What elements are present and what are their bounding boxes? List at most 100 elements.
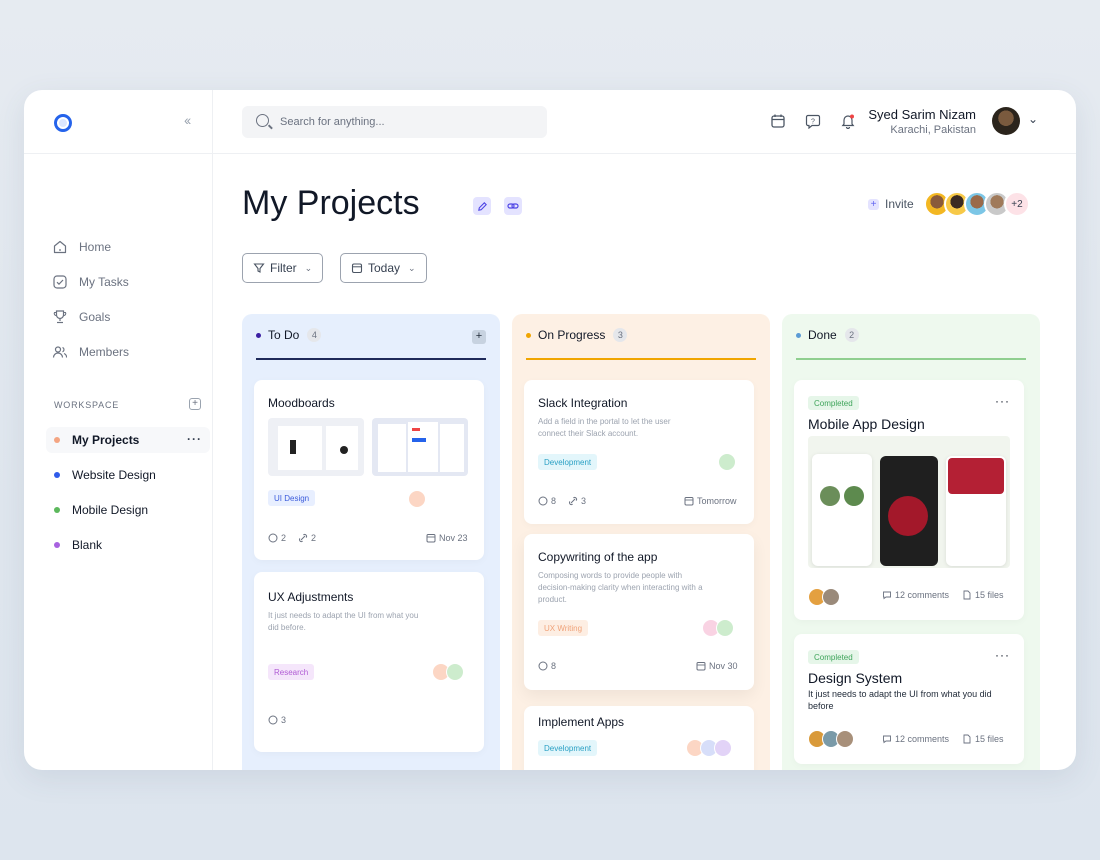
assignees xyxy=(432,663,464,681)
status-badge: Completed xyxy=(808,650,859,664)
app-preview-image[interactable] xyxy=(808,436,1010,568)
files-count: 15 files xyxy=(962,734,1004,744)
app-window: ‹‹ ? Syed Sarim Nizam Karachi, Pakistan … xyxy=(24,90,1076,770)
workspace-item-label: Website Design xyxy=(72,468,156,482)
color-dot xyxy=(54,472,60,478)
workspace-item-my-projects[interactable]: My Projects ··· xyxy=(46,427,210,453)
due-date: Tomorrow xyxy=(684,496,737,506)
task-card[interactable]: Slack Integration Add a field in the por… xyxy=(524,380,754,524)
user-avatar[interactable] xyxy=(992,107,1020,135)
card-title: Design System xyxy=(808,670,903,686)
notification-bell-icon[interactable] xyxy=(839,112,857,130)
comments-count: 8 xyxy=(538,496,556,506)
nav-goals[interactable]: Goals xyxy=(52,307,110,327)
comments-value: 12 comments xyxy=(895,734,950,744)
comment-icon xyxy=(538,661,548,671)
files-value: 15 files xyxy=(975,734,1004,744)
chevron-down-icon[interactable]: ⌄ xyxy=(1028,112,1038,126)
date-dropdown[interactable]: Today ⌄ xyxy=(340,253,427,283)
moodboard-thumbnail[interactable] xyxy=(268,418,364,476)
status-dot xyxy=(526,332,531,338)
links-count: 3 xyxy=(568,496,586,506)
search-input[interactable] xyxy=(280,106,530,138)
chevron-down-icon: ⌄ xyxy=(408,262,416,273)
add-task-button[interactable]: + xyxy=(472,330,486,344)
link-icon xyxy=(507,203,519,209)
column-todo: To Do 4 + Moodboards UI Design 2 2 Nov 2… xyxy=(242,314,500,770)
card-title: Mobile App Design xyxy=(808,416,925,432)
more-members-badge[interactable]: +2 xyxy=(1004,191,1030,217)
count-badge: 4 xyxy=(307,328,322,342)
links-value: 2 xyxy=(311,533,317,543)
comments-count: 3 xyxy=(268,715,286,725)
more-options-icon[interactable]: ··· xyxy=(995,648,1010,662)
due-date: Nov 23 xyxy=(426,533,468,543)
edit-title-button[interactable] xyxy=(473,197,491,215)
avatar xyxy=(836,730,854,748)
logo-icon[interactable] xyxy=(54,114,72,132)
tag-badge: UX Writing xyxy=(538,620,589,636)
column-underline xyxy=(256,358,486,360)
home-icon xyxy=(53,240,67,254)
tag-badge: Research xyxy=(268,664,315,680)
comment-icon xyxy=(883,591,891,600)
nav-members[interactable]: Members xyxy=(52,342,129,362)
workspace-heading: WORKSPACE xyxy=(54,400,120,410)
count-badge: 3 xyxy=(613,328,628,342)
more-options-icon[interactable]: ··· xyxy=(995,394,1010,408)
link-icon xyxy=(568,496,578,506)
task-card[interactable]: UX Adjustments It just needs to adapt th… xyxy=(254,572,484,752)
comments-count: 12 comments xyxy=(882,590,949,600)
files-value: 15 files xyxy=(975,590,1004,600)
more-options-icon[interactable]: ··· xyxy=(187,432,202,446)
files-count: 15 files xyxy=(962,590,1004,600)
avatar xyxy=(446,663,464,681)
task-card[interactable]: Copywriting of the app Composing words t… xyxy=(524,534,754,690)
nav-home[interactable]: Home xyxy=(52,237,111,257)
avatar xyxy=(714,739,732,757)
collapse-sidebar-icon[interactable]: ‹‹ xyxy=(184,112,191,128)
card-description: Composing words to provide people with d… xyxy=(538,571,703,604)
comments-value: 12 comments xyxy=(895,590,950,600)
nav-my-tasks[interactable]: My Tasks xyxy=(52,272,129,292)
due-date-value: Nov 23 xyxy=(439,533,468,543)
assignees xyxy=(686,739,732,757)
task-card[interactable]: Completed ··· Design System It just need… xyxy=(794,634,1024,764)
nav-members-label: Members xyxy=(79,345,130,359)
comments-count: 2 xyxy=(268,533,286,543)
filter-button[interactable]: Filter ⌄ xyxy=(242,253,324,283)
help-chat-icon[interactable]: ? xyxy=(804,112,822,130)
team-avatars[interactable]: +2 xyxy=(924,191,1030,217)
column-header: To Do 4 xyxy=(256,328,322,342)
comments-value: 2 xyxy=(281,533,287,543)
calendar-icon xyxy=(696,662,706,671)
invite-button[interactable]: + Invite xyxy=(868,197,914,211)
link-icon xyxy=(298,533,308,543)
file-icon xyxy=(963,590,971,600)
date-label: Today xyxy=(368,261,401,275)
task-card[interactable]: Completed ··· Mobile App Design 12 comme… xyxy=(794,380,1024,620)
avatar xyxy=(822,588,840,606)
trophy-icon xyxy=(53,310,67,324)
workspace-item-mobile-design[interactable]: Mobile Design xyxy=(46,497,210,523)
workspace-item-blank[interactable]: Blank xyxy=(46,532,210,558)
task-card[interactable]: Moodboards UI Design 2 2 Nov 23 xyxy=(254,380,484,560)
calendar-icon[interactable] xyxy=(769,112,787,130)
column-done: Done 2 Completed ··· Mobile App Design 1… xyxy=(782,314,1040,770)
card-title: UX Adjustments xyxy=(268,590,354,604)
avatar xyxy=(718,453,736,471)
avatar xyxy=(716,619,734,637)
copy-link-button[interactable] xyxy=(504,197,522,215)
card-title: Implement Apps xyxy=(538,715,625,729)
search-bar[interactable] xyxy=(242,106,547,138)
moodboard-thumbnail[interactable] xyxy=(372,418,468,476)
tag-badge: UI Design xyxy=(268,490,316,506)
card-description: It just needs to adapt the UI from what … xyxy=(268,611,419,632)
user-name[interactable]: Syed Sarim Nizam xyxy=(868,107,976,122)
workspace-item-website-design[interactable]: Website Design xyxy=(46,462,210,488)
add-workspace-icon[interactable]: + xyxy=(189,398,201,410)
status-dot xyxy=(256,332,261,338)
nav-my-tasks-label: My Tasks xyxy=(79,275,129,289)
task-card[interactable]: Implement Apps Development xyxy=(524,706,754,770)
tag-badge: Development xyxy=(538,740,598,756)
